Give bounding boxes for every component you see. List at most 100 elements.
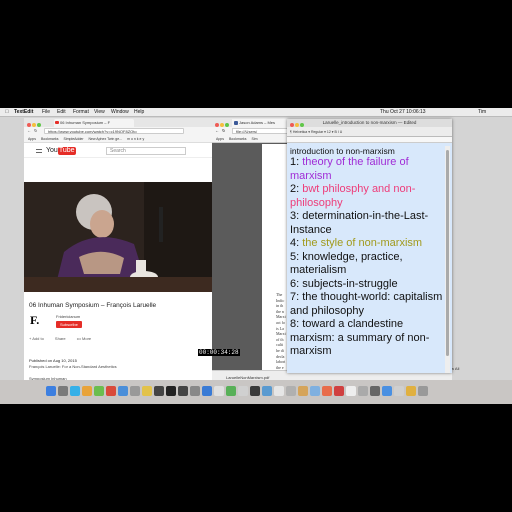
dock-app-icon[interactable] xyxy=(70,386,80,396)
share-button[interactable]: Share xyxy=(55,336,66,341)
bookmarks-bar: Apps Bookmarks SimpleAdder New Aphex Twi… xyxy=(24,135,212,143)
dock-app-icon[interactable] xyxy=(58,386,68,396)
outline-text: knowledge, practice, materialism xyxy=(290,250,403,277)
dock-app-icon[interactable] xyxy=(142,386,152,396)
dock-app-icon[interactable] xyxy=(130,386,140,396)
reload-icon[interactable]: ↻ xyxy=(34,127,37,135)
outline-item: 1: theory of the failure of marxism xyxy=(290,156,448,183)
dock-app-icon[interactable] xyxy=(46,386,56,396)
bookmark-item[interactable]: Apps xyxy=(28,137,36,141)
user-name[interactable]: Tim xyxy=(478,108,486,117)
timecode-overlay: 00:00:34:28 xyxy=(198,349,240,356)
bookmark-item[interactable]: Apps xyxy=(216,137,224,141)
format-toolbar[interactable]: ¶ Helvetica ▾ Regular ▾ 12 ▾ B I U xyxy=(287,127,452,137)
dock-app-icon[interactable] xyxy=(190,386,200,396)
reload-icon[interactable]: ↻ xyxy=(222,127,225,135)
outline-number: 6: xyxy=(290,277,303,290)
dock-app-icon[interactable] xyxy=(202,386,212,396)
bookmark-item[interactable]: New Aphex Twin ge... xyxy=(89,137,123,141)
bookmark-item[interactable]: Bookmarks xyxy=(229,137,247,141)
outline-number: 5: xyxy=(290,250,303,263)
dock-app-icon[interactable] xyxy=(322,386,332,396)
dock-app-icon[interactable] xyxy=(82,386,92,396)
app-menu[interactable]: TextEdit xyxy=(14,108,33,117)
outline-item: 8: toward a clandestine marxism: a summa… xyxy=(290,318,448,359)
more-button[interactable]: ••• More xyxy=(77,336,91,341)
published-date: Published on Aug 10, 2015 xyxy=(29,358,77,363)
outline-text: theory of the failure of marxism xyxy=(290,156,409,182)
menu-format[interactable]: Format xyxy=(73,108,89,117)
channel-logo[interactable]: F. xyxy=(30,313,44,327)
menu-view[interactable]: View xyxy=(94,108,105,117)
ruler[interactable] xyxy=(287,137,452,143)
dock-app-icon[interactable] xyxy=(406,386,416,396)
dock-app-icon[interactable] xyxy=(418,386,428,396)
dock-app-icon[interactable] xyxy=(370,386,380,396)
back-icon[interactable]: ← xyxy=(215,127,219,135)
youtube-browser-window: 06 Inhuman Symposium – F ← ↻ https://www… xyxy=(24,118,212,404)
tab-title: Jason Adams – Mes xyxy=(239,120,276,125)
hamburger-menu-icon[interactable] xyxy=(36,149,42,153)
url-field[interactable]: file:///Users/ xyxy=(232,128,292,134)
dock-app-icon[interactable] xyxy=(346,386,356,396)
apple-menu-icon[interactable]:  xyxy=(5,108,9,117)
address-bar-row: ← ↻ https://www.youtube.com/watch?v=c19N… xyxy=(24,127,212,135)
browser-titlebar: 06 Inhuman Symposium – F xyxy=(24,118,212,127)
subscribe-button[interactable]: Subscribe xyxy=(56,321,82,328)
menu-help[interactable]: Help xyxy=(134,108,144,117)
menu-clock[interactable]: Thu Oct 27 10:06:13 xyxy=(380,108,426,117)
dock-app-icon[interactable] xyxy=(154,386,164,396)
dock-app-icon[interactable] xyxy=(310,386,320,396)
bookmark-item[interactable]: m o n k e y xyxy=(127,137,144,141)
menu-edit[interactable]: Edit xyxy=(57,108,66,117)
dock-app-icon[interactable] xyxy=(94,386,104,396)
scroll-thumb[interactable] xyxy=(446,150,449,356)
url-field[interactable]: https://www.youtube.com/watch?v=c19NOF8Z… xyxy=(44,128,184,134)
outline-item: 6: subjects-in-struggle xyxy=(290,278,448,292)
dock-app-icon[interactable] xyxy=(334,386,344,396)
dock-app-icon[interactable] xyxy=(394,386,404,396)
outline-item: 7: the thought-world: capitalism and phi… xyxy=(290,291,448,318)
youtube-logo[interactable]: YouTube xyxy=(46,147,76,155)
channel-name[interactable]: Fridericianum xyxy=(56,314,80,319)
outline-number: 7: xyxy=(290,291,303,303)
dock-app-icon[interactable] xyxy=(250,386,260,396)
dock-app-icon[interactable] xyxy=(178,386,188,396)
outline-list: 1: theory of the failure of marxism 2: bw… xyxy=(290,156,448,359)
dock-app-icon[interactable] xyxy=(274,386,284,396)
dock-app-icon[interactable] xyxy=(358,386,368,396)
document-body[interactable]: introduction to non-marxism 1: theory of… xyxy=(290,146,448,359)
menu-file[interactable]: File xyxy=(42,108,50,117)
menu-window[interactable]: Window xyxy=(111,108,129,117)
dock-app-icon[interactable] xyxy=(238,386,248,396)
video-title: 06 Inhuman Symposium – François Laruelle xyxy=(29,302,157,309)
video-player[interactable] xyxy=(24,182,212,292)
dock-app-icon[interactable] xyxy=(226,386,236,396)
browser-tab[interactable]: 06 Inhuman Symposium – F xyxy=(54,119,134,127)
add-to-button[interactable]: + Add to xyxy=(29,336,44,341)
dock-app-icon[interactable] xyxy=(106,386,116,396)
dock-app-icon[interactable] xyxy=(262,386,272,396)
dock-app-icon[interactable] xyxy=(298,386,308,396)
search-input[interactable]: Search xyxy=(106,147,186,155)
dock-app-icon[interactable] xyxy=(118,386,128,396)
video-frame xyxy=(24,182,212,292)
dock-app-icon[interactable] xyxy=(286,386,296,396)
textedit-titlebar: Laruelle_introduction to non-marxism — E… xyxy=(287,119,452,127)
bookmark-item[interactable]: Bookmarks xyxy=(41,137,59,141)
scrollbar[interactable] xyxy=(445,146,450,373)
outline-text: determination-in-the-Last-Instance xyxy=(290,210,429,236)
bookmark-item[interactable]: SimpleAdder xyxy=(63,137,83,141)
outline-number: 3: xyxy=(290,210,303,222)
dock-app-icon[interactable] xyxy=(214,386,224,396)
textedit-window: Laruelle_introduction to non-marxism — E… xyxy=(287,119,452,373)
bookmark-item[interactable]: Sim xyxy=(251,137,257,141)
outline-number: 8: xyxy=(290,318,303,330)
dock xyxy=(0,380,512,404)
dock-app-icon[interactable] xyxy=(382,386,392,396)
back-icon[interactable]: ← xyxy=(27,127,31,135)
video-actions: + Add to Share ••• More xyxy=(29,336,101,341)
dock-app-icon[interactable] xyxy=(166,386,176,396)
youtube-header: YouTube Search xyxy=(24,144,212,158)
outline-text: bwt philosphy and non-philosophy xyxy=(290,183,416,209)
